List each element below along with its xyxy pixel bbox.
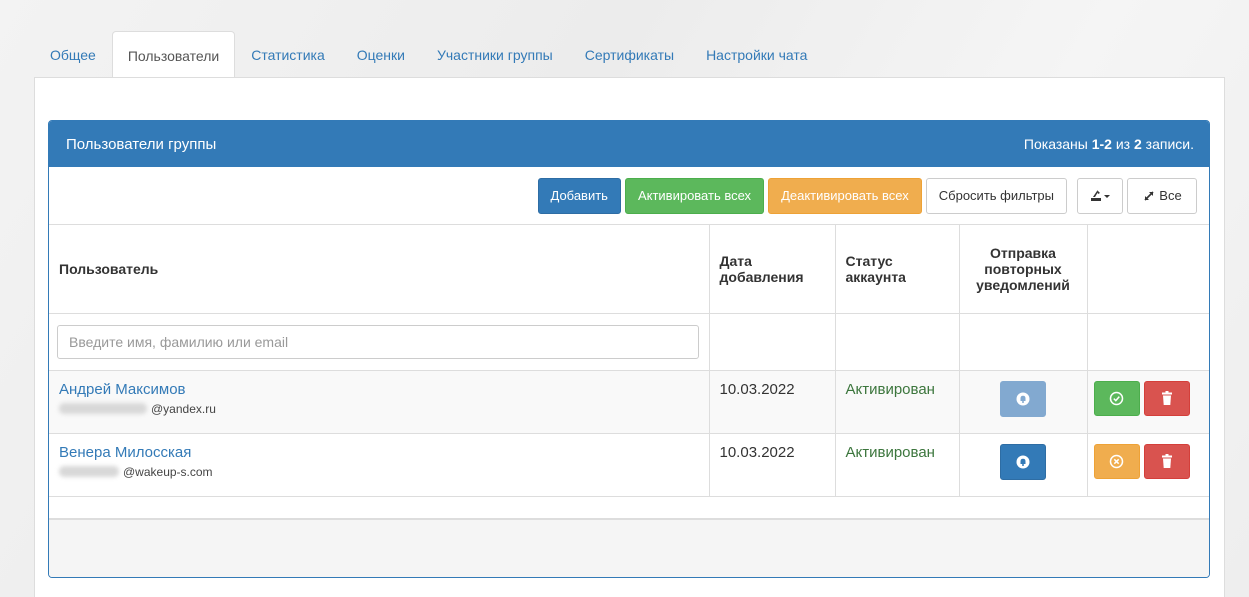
tab-statistics[interactable]: Статистика (235, 31, 341, 78)
user-filter-input[interactable] (57, 324, 699, 359)
account-status: Активирован (845, 380, 935, 398)
column-header-resend: Отправка повторных уведомлений (959, 225, 1088, 314)
panel-footer (49, 519, 1209, 577)
panel-heading: Пользователи группы Показаны 1-2 из 2 за… (49, 121, 1209, 167)
activate-all-button[interactable]: Активировать всех (624, 177, 765, 214)
column-header-status[interactable]: Статус аккаунта (835, 225, 960, 314)
tab-group-members[interactable]: Участники группы (421, 31, 569, 78)
add-button[interactable]: Добавить (537, 177, 621, 214)
users-table: Пользователь Дата добавления Статус аккаун… (49, 225, 1209, 519)
user-name-link[interactable]: Андрей Максимов (59, 381, 699, 398)
column-header-user[interactable]: Пользователь (49, 225, 710, 314)
delete-user-button[interactable] (1143, 380, 1190, 416)
account-status: Активирован (845, 443, 935, 461)
resend-notification-button[interactable] (1000, 443, 1046, 480)
tab-general[interactable]: Общее (34, 31, 112, 78)
date-added: 10.03.2022 (719, 443, 795, 461)
filter-row (49, 313, 1209, 371)
records-summary: Показаны 1-2 из 2 записи. (1023, 136, 1194, 152)
date-added: 10.03.2022 (719, 380, 795, 398)
reset-filters-button[interactable]: Сбросить фильтры (925, 177, 1067, 214)
tab-content: Пользователи группы Показаны 1-2 из 2 за… (34, 77, 1225, 597)
resend-notification-button[interactable] (1000, 380, 1046, 417)
export-icon (1091, 189, 1110, 201)
show-all-button[interactable]: Все (1127, 177, 1197, 214)
table-header-row: Пользователь Дата добавления Статус аккаун… (49, 225, 1209, 314)
export-menu-button[interactable] (1077, 177, 1123, 214)
table-footer-spacer (49, 496, 1209, 519)
tabs-nav: Общее Пользователи Статистика Оценки Уча… (34, 31, 823, 79)
table-row: Венера Милосская @wakeup-s.com 10.03.202… (49, 433, 1209, 497)
delete-user-button[interactable] (1143, 443, 1190, 479)
column-header-date[interactable]: Дата добавления (709, 225, 836, 314)
check-circle-icon (1109, 391, 1124, 405)
bell-icon (1016, 392, 1030, 405)
group-users-panel: Пользователи группы Показаны 1-2 из 2 за… (48, 120, 1210, 578)
deactivate-all-button[interactable]: Деактивировать всех (768, 177, 922, 214)
tab-chat-settings[interactable]: Настройки чата (690, 31, 823, 78)
user-email: @wakeup-s.com (59, 465, 699, 479)
panel-title: Пользователи группы (66, 135, 217, 153)
activate-user-button[interactable] (1093, 380, 1140, 416)
tab-users[interactable]: Пользователи (111, 31, 236, 79)
trash-icon (1161, 390, 1172, 405)
deactivate-user-button[interactable] (1093, 443, 1140, 479)
expand-icon (1144, 190, 1154, 201)
grid-toolbar: Добавить Активировать всех Деактивироват… (49, 167, 1209, 225)
tab-certificates[interactable]: Сертификаты (569, 31, 690, 78)
bell-icon (1016, 455, 1030, 468)
tab-grades[interactable]: Оценки (341, 31, 421, 78)
trash-icon (1161, 453, 1172, 468)
user-name-link[interactable]: Венера Милосская (59, 444, 699, 461)
cancel-circle-icon (1109, 454, 1124, 468)
user-email: @yandex.ru (59, 402, 699, 416)
column-header-actions (1087, 225, 1209, 314)
table-row: Андрей Максимов @yandex.ru 10.03.2022 Ак… (49, 370, 1209, 434)
